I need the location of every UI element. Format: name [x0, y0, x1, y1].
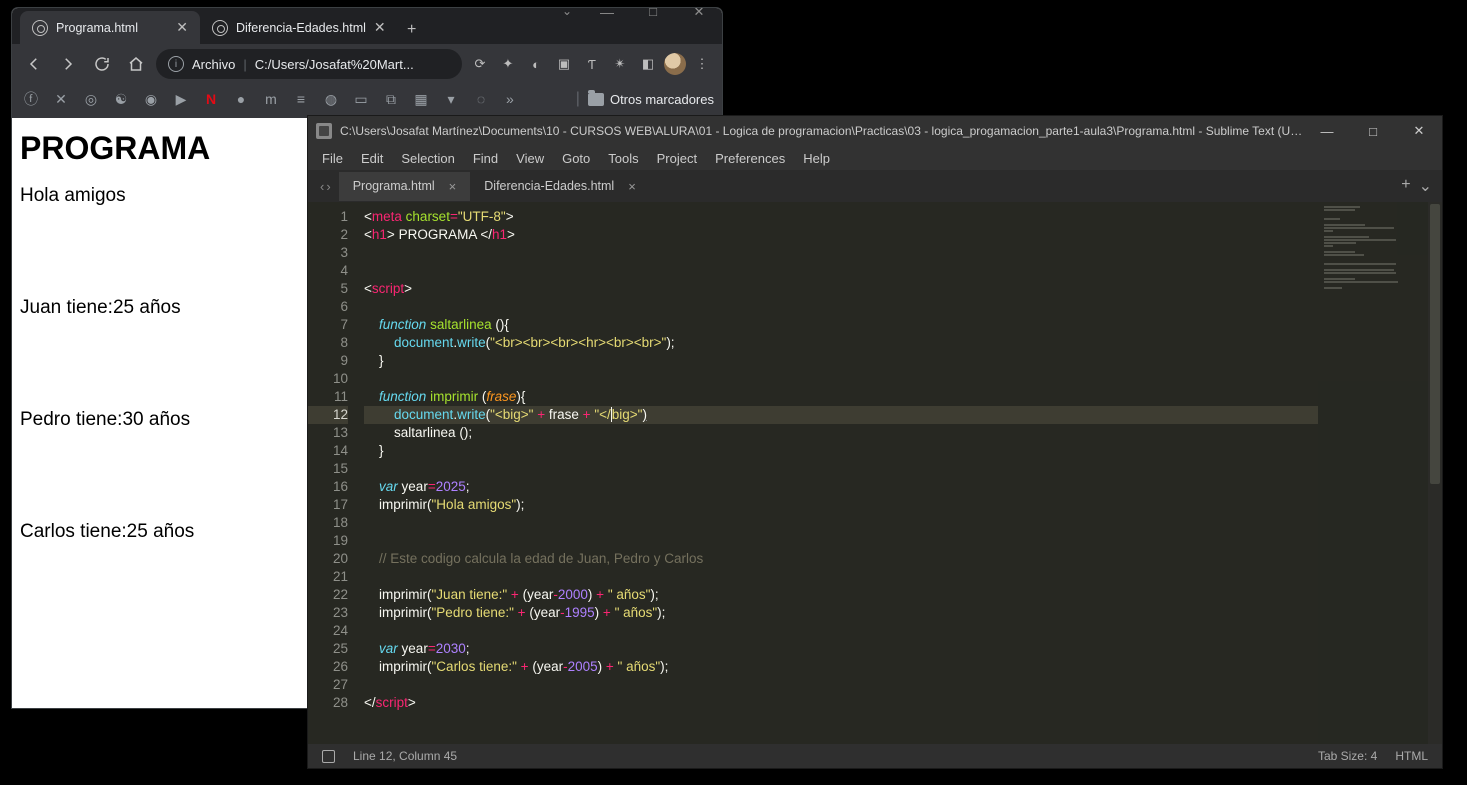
bookmark-icon[interactable]: ◉: [140, 88, 162, 110]
back-button[interactable]: [20, 50, 48, 78]
bookmark-icon[interactable]: ☯: [110, 88, 132, 110]
sublime-window: C:\Users\Josafat Martínez\Documents\10 -…: [308, 116, 1442, 768]
extension-icon[interactable]: ⟳: [468, 52, 492, 76]
site-info-icon[interactable]: i: [168, 56, 184, 72]
status-cursor-position[interactable]: Line 12, Column 45: [353, 749, 457, 763]
tab-title: Programa.html: [56, 21, 168, 35]
bookmark-icon[interactable]: ▾: [440, 88, 462, 110]
menu-selection[interactable]: Selection: [393, 149, 462, 168]
menu-find[interactable]: Find: [465, 149, 506, 168]
bookmark-icon[interactable]: ✕: [50, 88, 72, 110]
url-separator: |: [243, 57, 246, 72]
menu-preferences[interactable]: Preferences: [707, 149, 793, 168]
sublime-title-text: C:\Users\Josafat Martínez\Documents\10 -…: [340, 124, 1304, 138]
status-language[interactable]: HTML: [1395, 749, 1428, 763]
window-maximize-button[interactable]: □: [630, 8, 676, 20]
browser-chrome: ⌄ — □ ✕ Programa.html ✕ Diferencia-Edade…: [12, 8, 722, 118]
editor-tab-title: Diferencia-Edades.html: [484, 179, 614, 193]
extensions-menu-icon[interactable]: ✴: [608, 52, 632, 76]
extension-icon[interactable]: Ƭ: [580, 52, 604, 76]
bookmark-icon[interactable]: ⓕ: [20, 88, 42, 110]
bookmark-icon[interactable]: ◍: [320, 88, 342, 110]
bookmark-icon[interactable]: ◌: [470, 88, 492, 110]
bookmark-icon[interactable]: ▭: [350, 88, 372, 110]
bookmark-icon[interactable]: N: [200, 88, 222, 110]
window-minimize-button[interactable]: —: [584, 8, 630, 20]
window-maximize-button[interactable]: □: [1350, 116, 1396, 146]
tab-close-icon[interactable]: ✕: [176, 19, 188, 36]
editor-body: 1234567891011121314151617181920212223242…: [308, 202, 1442, 744]
menu-goto[interactable]: Goto: [554, 149, 598, 168]
bookmarks-overflow-icon[interactable]: »: [500, 91, 520, 107]
scrollbar-thumb[interactable]: [1430, 204, 1440, 484]
tab-history-back-icon[interactable]: ‹: [320, 179, 324, 194]
menu-project[interactable]: Project: [649, 149, 705, 168]
home-button[interactable]: [122, 50, 150, 78]
folder-label: Otros marcadores: [610, 92, 714, 107]
profile-avatar[interactable]: [664, 53, 686, 75]
panel-switcher-icon[interactable]: [322, 750, 335, 763]
sublime-logo-icon: [316, 123, 332, 139]
sidepanel-icon[interactable]: ◧: [636, 52, 660, 76]
tab-history-forward-icon[interactable]: ›: [326, 179, 330, 194]
line-number-gutter[interactable]: 1234567891011121314151617181920212223242…: [308, 202, 360, 744]
menu-help[interactable]: Help: [795, 149, 838, 168]
new-tab-button[interactable]: +: [398, 16, 426, 44]
menu-view[interactable]: View: [508, 149, 552, 168]
address-bar[interactable]: i Archivo | C:/Users/Josafat%20Mart...: [156, 49, 462, 79]
tab-title: Diferencia-Edades.html: [236, 21, 366, 35]
status-tab-size[interactable]: Tab Size: 4: [1318, 749, 1377, 763]
browser-toolbar: i Archivo | C:/Users/Josafat%20Mart... ⟳…: [12, 44, 722, 84]
bookmark-icon[interactable]: ◎: [80, 88, 102, 110]
tab-close-icon[interactable]: ✕: [374, 19, 386, 36]
bookmark-icon[interactable]: ▶: [170, 88, 192, 110]
kebab-menu-icon[interactable]: ⋮: [690, 52, 714, 76]
menu-file[interactable]: File: [314, 149, 351, 168]
tab-history-nav: ‹ ›: [312, 179, 339, 194]
extension-icons: ⟳ ✦ ◐ ▣ Ƭ ✴ ◧ ⋮: [468, 52, 714, 76]
reload-button[interactable]: [88, 50, 116, 78]
browser-tab[interactable]: Diferencia-Edades.html ✕: [200, 11, 398, 44]
sublime-menubar: File Edit Selection Find View Goto Tools…: [308, 146, 1442, 170]
globe-icon: [32, 20, 48, 36]
bookmark-icon[interactable]: ▦: [410, 88, 432, 110]
bookmark-icon[interactable]: ●: [230, 88, 252, 110]
tab-menu-icon[interactable]: ⌄: [1419, 176, 1432, 196]
tab-close-icon[interactable]: ×: [628, 179, 636, 194]
extension-icon[interactable]: ◐: [524, 52, 548, 76]
url-scheme-label: Archivo: [192, 57, 235, 72]
vertical-scrollbar[interactable]: [1428, 202, 1442, 744]
sublime-tabbar: ‹ › Programa.html × Diferencia-Edades.ht…: [308, 170, 1442, 202]
browser-dropdown-icon[interactable]: ⌄: [550, 8, 584, 20]
browser-tabstrip: ⌄ — □ ✕ Programa.html ✕ Diferencia-Edade…: [12, 8, 722, 44]
menu-tools[interactable]: Tools: [600, 149, 646, 168]
folder-icon: [588, 93, 604, 106]
menu-edit[interactable]: Edit: [353, 149, 391, 168]
window-close-button[interactable]: ✕: [1396, 116, 1442, 146]
extension-icon[interactable]: ▣: [552, 52, 576, 76]
new-tab-icon[interactable]: +: [1401, 176, 1410, 196]
code-editor[interactable]: <meta charset="UTF-8"><h1> PROGRAMA </h1…: [360, 202, 1318, 744]
bookmarks-bar: ⓕ ✕ ◎ ☯ ◉ ▶ N ● m ≡ ◍ ▭ ⧉ ▦ ▾ ◌ » | Otro…: [12, 84, 722, 118]
editor-tab-title: Programa.html: [353, 179, 435, 193]
extension-icon[interactable]: ✦: [496, 52, 520, 76]
url-text: C:/Users/Josafat%20Mart...: [255, 57, 450, 72]
sublime-titlebar[interactable]: C:\Users\Josafat Martínez\Documents\10 -…: [308, 116, 1442, 146]
editor-tab[interactable]: Diferencia-Edades.html ×: [470, 172, 650, 201]
window-minimize-button[interactable]: —: [1304, 116, 1350, 146]
status-bar: Line 12, Column 45 Tab Size: 4 HTML: [308, 744, 1442, 768]
forward-button[interactable]: [54, 50, 82, 78]
globe-icon: [212, 20, 228, 36]
window-close-button[interactable]: ✕: [676, 8, 722, 20]
editor-tab-active[interactable]: Programa.html ×: [339, 172, 471, 201]
minimap[interactable]: [1318, 202, 1428, 744]
tab-close-icon[interactable]: ×: [449, 179, 457, 194]
browser-tab-active[interactable]: Programa.html ✕: [20, 11, 200, 44]
bookmark-icon[interactable]: ≡: [290, 88, 312, 110]
bookmark-icon[interactable]: m: [260, 88, 282, 110]
bookmark-icon[interactable]: ⧉: [380, 88, 402, 110]
other-bookmarks-folder[interactable]: Otros marcadores: [588, 92, 714, 107]
